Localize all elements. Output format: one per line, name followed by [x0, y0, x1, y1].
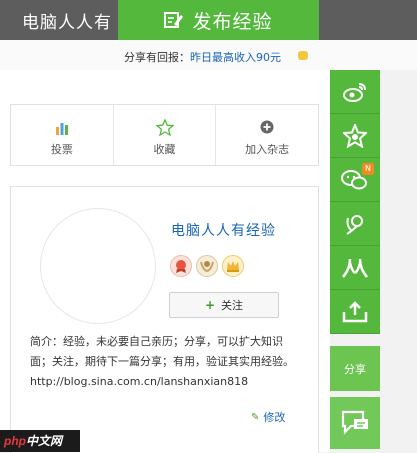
collect-label: 收藏	[153, 143, 176, 156]
gold-crown-badge-icon[interactable]	[222, 255, 244, 277]
upload-icon	[342, 300, 368, 322]
plus-icon: +	[204, 298, 216, 312]
top-bar: 电脑人人有 发布经验	[0, 0, 417, 40]
wechat-share-button[interactable]: N	[330, 158, 380, 202]
laurel-badge-icon[interactable]	[196, 255, 218, 277]
bar-chart-icon	[55, 123, 68, 135]
php-logo: php中文网	[4, 434, 63, 448]
qq-weibo-icon	[346, 214, 363, 235]
reward-prefix: 分享有回报：	[124, 51, 190, 64]
star-outline-icon	[155, 119, 174, 136]
favorite-button[interactable]	[330, 114, 380, 158]
edit-note-icon	[164, 12, 184, 28]
author-name[interactable]: 电脑人人有经验	[171, 220, 276, 240]
renren-icon	[342, 258, 368, 278]
avatar[interactable]	[40, 208, 156, 324]
pencil-icon: ✎	[251, 411, 260, 423]
author-profile-card: 电脑人人有经验 + 关注 简介：经验，未必要自己亲历；分享，可以扩大知识面；关注…	[10, 186, 319, 453]
renren-share-button[interactable]	[330, 246, 380, 290]
vote-label: 投票	[50, 143, 73, 156]
vote-button[interactable]: 投票	[11, 105, 114, 165]
star-badge-icon	[343, 123, 367, 148]
add-to-magazine-button[interactable]: 加入杂志	[216, 105, 318, 165]
chat-bubble-icon	[341, 410, 368, 435]
upload-button[interactable]	[330, 290, 380, 334]
right-gutter	[380, 70, 417, 452]
follow-button[interactable]: + 关注	[169, 292, 279, 318]
author-bio: 简介：经验，未必要自己亲历；分享，可以扩大知识面；关注，期待下一篇分享；有用，验…	[30, 335, 294, 388]
feedback-button[interactable]	[330, 397, 380, 449]
new-badge: N	[362, 163, 374, 175]
weibo-icon	[343, 82, 366, 102]
side-share-toolbar: N 分享	[330, 70, 380, 452]
edit-bio-link[interactable]: ✎ 修改	[251, 409, 285, 425]
publish-label: 发布经验	[192, 10, 273, 33]
site-logo[interactable]: 电脑人人有	[22, 8, 112, 33]
qq-weibo-share-button[interactable]	[330, 202, 380, 246]
edit-label: 修改	[263, 411, 286, 424]
add-to-magazine-label: 加入杂志	[245, 143, 290, 156]
share-button[interactable]: 分享	[330, 346, 380, 391]
follow-label: 关注	[221, 299, 244, 312]
reward-bar: 分享有回报：昨日最高收入90元	[0, 40, 417, 71]
publish-experience-button[interactable]: 发布经验	[118, 0, 319, 40]
red-medal-badge-icon[interactable]	[170, 255, 192, 277]
action-row: 投票 收藏 加入杂志	[10, 104, 319, 166]
plus-circle-icon	[260, 120, 274, 134]
coin-icon	[298, 51, 308, 60]
reward-link[interactable]: 昨日最高收入90元	[190, 51, 281, 64]
site-watermark: php中文网	[0, 430, 80, 452]
topbar-right-area	[319, 0, 417, 40]
weibo-share-button[interactable]	[330, 70, 380, 114]
collect-button[interactable]: 收藏	[114, 105, 217, 165]
